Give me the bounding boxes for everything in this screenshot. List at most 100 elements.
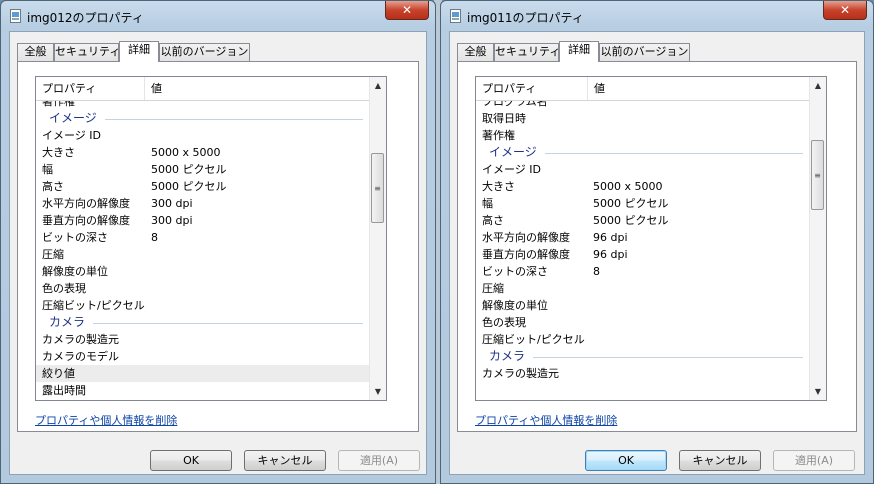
tab-previous-versions[interactable]: 以前のバージョン <box>599 43 690 61</box>
apply-button[interactable]: 適用(A) <box>773 450 855 471</box>
property-row[interactable]: 大きさ 5000 x 5000 <box>476 178 809 195</box>
cancel-button[interactable]: キャンセル <box>244 450 326 471</box>
tab-security[interactable]: セキュリティ <box>494 43 560 61</box>
property-rows: 著作権 イメージ イメージ ID 大きさ 5000 x 5000 幅 5000 ピクセル 高さ… <box>36 101 369 400</box>
tab-general[interactable]: 全般 <box>457 43 494 61</box>
property-list[interactable]: プロパティ 値 著作権 イメージイメージ ID 大きさ 5000 x 5000 幅 500… <box>35 76 387 401</box>
property-value: 5000 ピクセル <box>151 163 227 176</box>
group-divider <box>545 153 803 154</box>
property-name: 高さ <box>482 214 504 227</box>
property-name: イメージ ID <box>42 129 101 142</box>
property-row[interactable]: 色の表現 <box>476 314 809 331</box>
tab-security[interactable]: セキュリティ <box>54 43 120 61</box>
title-bar[interactable]: img011のプロパティ <box>441 1 873 31</box>
scroll-thumb[interactable]: ≡ <box>371 153 384 224</box>
property-name: 大きさ <box>482 180 515 193</box>
property-row[interactable]: ビットの深さ 8 <box>36 229 369 246</box>
apply-button[interactable]: 適用(A) <box>338 450 420 471</box>
vertical-scrollbar[interactable]: ▲ ≡ ▼ <box>809 77 826 400</box>
property-value: 5000 ピクセル <box>151 180 227 193</box>
property-row[interactable]: 絞り値 <box>36 365 369 382</box>
group-label: イメージ <box>489 145 537 159</box>
property-row[interactable]: カメラの製造元 <box>36 331 369 348</box>
property-row[interactable]: カメラのモデル <box>36 348 369 365</box>
property-name: 幅 <box>482 197 493 210</box>
property-name: 圧縮 <box>42 248 64 261</box>
property-row[interactable]: 高さ 5000 ピクセル <box>36 178 369 195</box>
remove-properties-link[interactable]: プロパティや個人情報を削除 <box>475 412 617 428</box>
property-row[interactable]: イメージ ID <box>36 127 369 144</box>
ok-button[interactable]: OK <box>585 450 667 471</box>
property-row[interactable]: 解像度の単位 <box>36 263 369 280</box>
property-row[interactable]: 圧縮ビット/ピクセル <box>476 331 809 348</box>
details-panel: プロパティ 値 著作権 イメージイメージ ID 大きさ 5000 x 5000 幅 500… <box>17 61 419 432</box>
scroll-grip-icon: ≡ <box>814 170 821 180</box>
window-title: img012のプロパティ <box>27 11 144 25</box>
property-row[interactable]: イメージ ID <box>476 161 809 178</box>
property-row[interactable]: 幅 5000 ピクセル <box>36 161 369 178</box>
group-label: イメージ <box>49 111 97 125</box>
cancel-button[interactable]: キャンセル <box>679 450 761 471</box>
property-name: 垂直方向の解像度 <box>482 248 570 261</box>
property-row[interactable]: 圧縮ビット/ピクセル <box>36 297 369 314</box>
property-row[interactable]: 水平方向の解像度 300 dpi <box>36 195 369 212</box>
tab-details[interactable]: 詳細 <box>559 41 599 62</box>
property-row[interactable]: 色の表現 <box>36 280 369 297</box>
property-value: 5000 ピクセル <box>593 214 669 227</box>
image-file-icon <box>450 9 461 23</box>
column-header-property[interactable]: プロパティ <box>476 77 588 100</box>
tab-previous-versions[interactable]: 以前のバージョン <box>159 43 250 61</box>
property-row[interactable]: 圧縮 <box>36 246 369 263</box>
scroll-down-arrow-icon[interactable]: ▼ <box>810 383 826 400</box>
property-row[interactable]: 垂直方向の解像度 300 dpi <box>36 212 369 229</box>
scroll-up-arrow-icon[interactable]: ▲ <box>370 77 386 94</box>
details-panel: プロパティ 値 プログラム名 取得日時 著作権 イメージ イメージ ID 大きさ 5000 … <box>457 61 857 432</box>
property-row[interactable]: 大きさ 5000 x 5000 <box>36 144 369 161</box>
property-row[interactable]: 取得日時 <box>476 110 809 127</box>
remove-properties-link[interactable]: プロパティや個人情報を削除 <box>35 412 177 428</box>
property-name: 著作権 <box>482 129 515 142</box>
property-row[interactable]: カメラの製造元 <box>476 365 809 382</box>
scroll-up-arrow-icon[interactable]: ▲ <box>810 77 826 94</box>
property-name: 圧縮 <box>482 282 504 295</box>
property-row[interactable]: 著作権 <box>36 101 369 110</box>
close-icon: ✕ <box>839 3 851 17</box>
column-header-value[interactable]: 値 <box>145 77 162 100</box>
property-row[interactable]: 露出時間 <box>36 382 369 399</box>
column-header-value[interactable]: 値 <box>588 77 605 100</box>
property-row[interactable]: 垂直方向の解像度 96 dpi <box>476 246 809 263</box>
property-row[interactable]: 圧縮 <box>476 280 809 297</box>
property-name: 取得日時 <box>482 112 526 125</box>
property-name: 圧縮ビット/ピクセル <box>42 299 145 312</box>
tab-general[interactable]: 全般 <box>17 43 54 61</box>
scroll-down-arrow-icon[interactable]: ▼ <box>370 383 386 400</box>
property-row[interactable]: 高さ 5000 ピクセル <box>476 212 809 229</box>
list-header: プロパティ 値 <box>476 77 809 101</box>
property-row[interactable]: ビットの深さ 8 <box>476 263 809 280</box>
close-window-button[interactable]: ✕ <box>385 1 429 20</box>
column-header-property[interactable]: プロパティ <box>36 77 145 100</box>
property-row[interactable]: プログラム名 <box>476 101 809 110</box>
properties-window-img012[interactable]: img012のプロパティ 全般 セキュリティ 詳細 以前のバージョン プロパティ… <box>0 0 436 484</box>
property-row[interactable]: 解像度の単位 <box>476 297 809 314</box>
list-header: プロパティ 値 <box>36 77 369 101</box>
property-name: カメラの製造元 <box>482 367 559 380</box>
property-value: 300 dpi <box>151 214 193 227</box>
property-row[interactable]: 幅 5000 ピクセル <box>476 195 809 212</box>
vertical-scrollbar[interactable]: ▲ ≡ ▼ <box>369 77 386 400</box>
property-row[interactable]: 水平方向の解像度 96 dpi <box>476 229 809 246</box>
group-header: イメージ <box>476 144 809 161</box>
title-bar[interactable]: img012のプロパティ <box>1 1 435 31</box>
properties-window-img011[interactable]: img011のプロパティ 全般 セキュリティ 詳細 以前のバージョン プロパティ… <box>440 0 874 484</box>
property-name: 絞り値 <box>42 367 75 380</box>
property-list[interactable]: プロパティ 値 プログラム名 取得日時 著作権 イメージ イメージ ID 大きさ 5000 … <box>475 76 827 401</box>
property-row[interactable]: 著作権 <box>476 127 809 144</box>
group-label: カメラ <box>489 349 526 363</box>
property-name: 幅 <box>42 163 53 176</box>
group-divider <box>105 119 363 120</box>
tab-details[interactable]: 詳細 <box>119 41 159 62</box>
scroll-thumb[interactable]: ≡ <box>811 139 824 210</box>
ok-button[interactable]: OK <box>150 450 232 471</box>
property-name: イメージ ID <box>482 163 541 176</box>
close-window-button[interactable]: ✕ <box>823 1 867 20</box>
